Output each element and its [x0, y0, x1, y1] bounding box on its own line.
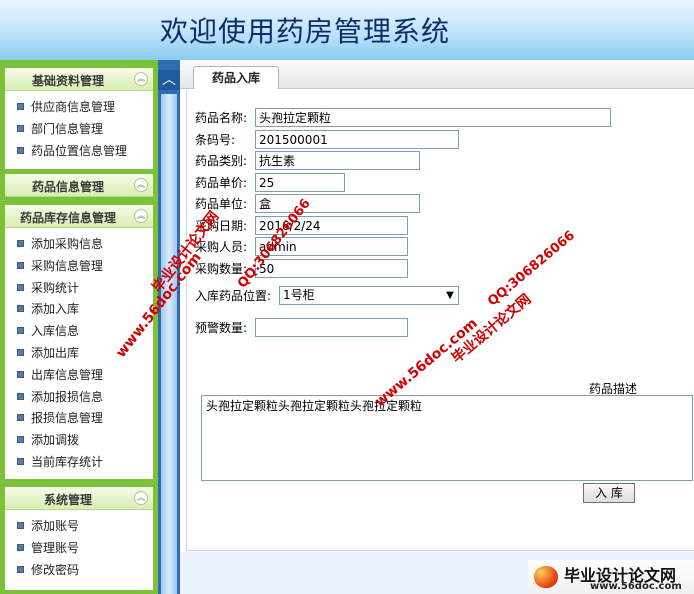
category-label: 药品类别: — [195, 154, 248, 168]
collapse-icon[interactable]: ︽ — [134, 491, 148, 505]
sidebar-item-department[interactable]: 部门信息管理 — [5, 119, 153, 141]
sidebar-item-stock-stats[interactable]: 当前库存统计 — [5, 452, 153, 474]
chevron-down-icon[interactable]: ▼ — [442, 287, 458, 304]
collapse-icon[interactable]: ︽ — [134, 209, 148, 223]
category-input[interactable]: 抗生素 — [255, 151, 420, 170]
bullet-icon — [17, 522, 24, 529]
unit-input[interactable]: 盒 — [255, 194, 420, 213]
bullet-icon — [17, 457, 24, 465]
name-label: 药品名称: — [195, 111, 248, 125]
bullet-icon — [17, 124, 24, 132]
bullet-icon — [17, 565, 24, 573]
bullet-icon — [17, 392, 24, 400]
sidebar-item-supplier[interactable]: 供应商信息管理 — [5, 97, 153, 119]
bullet-icon — [17, 146, 24, 154]
bullet-icon — [17, 436, 24, 444]
alert-label: 预警数量: — [195, 321, 248, 335]
location-select[interactable]: 1号柜 ▼ — [279, 286, 459, 305]
logo-icon — [534, 566, 558, 588]
alert-input[interactable] — [255, 318, 408, 337]
sidebar-item-location[interactable]: 药品位置信息管理 — [5, 141, 153, 163]
sidebar-toggle-strip: ︿ — [158, 60, 180, 594]
description-textarea[interactable]: 头孢拉定颗粒头孢拉定颗粒头孢拉定颗粒 — [201, 395, 693, 481]
main-area: 药品入库 药品名称: 头孢拉定颗粒 条码号: 201500001 药品类别: 抗… — [180, 60, 694, 594]
sidebar-item-add-transfer[interactable]: 添加调拨 — [5, 430, 153, 452]
collapse-icon[interactable]: ︽ — [134, 178, 148, 192]
panel-drug-info: 药品信息管理 ︽ — [5, 174, 153, 197]
splitter-bar[interactable] — [161, 94, 177, 594]
chevron-up-icon[interactable]: ︿ — [158, 70, 180, 90]
collapse-icon[interactable]: ︽ — [134, 72, 148, 86]
sidebar-item-add-account[interactable]: 添加账号 — [5, 516, 153, 538]
sidebar-item-purchase-stats[interactable]: 采购统计 — [5, 278, 153, 300]
tab-bar: 药品入库 — [180, 60, 694, 89]
panel-header-basic-data[interactable]: 基础资料管理 ︽ — [5, 68, 153, 91]
panel-header-inventory[interactable]: 药品库存信息管理 ︽ — [5, 205, 153, 228]
panel-header-drug-info[interactable]: 药品信息管理 ︽ — [5, 174, 153, 197]
app-header: 欢迎使用药房管理系统 — [0, 0, 694, 60]
bullet-icon — [17, 305, 24, 313]
panel-basic-data: 基础资料管理 ︽ 供应商信息管理 部门信息管理 药品位置信息管理 — [5, 68, 153, 169]
app-title: 欢迎使用药房管理系统 — [160, 15, 451, 48]
qty-input[interactable]: 50 — [255, 259, 408, 278]
price-input[interactable]: 25 — [255, 173, 345, 192]
panel-title: 药品信息管理 — [31, 180, 104, 194]
bullet-icon — [17, 414, 24, 422]
tab-stock-in[interactable]: 药品入库 — [193, 66, 279, 89]
bullet-icon — [17, 370, 24, 378]
bullet-icon — [17, 543, 24, 551]
sidebar-item-add-stock-in[interactable]: 添加入库 — [5, 299, 153, 321]
panel-system: 系统管理 ︽ 添加账号 管理账号 修改密码 — [5, 487, 153, 590]
panel-title: 基础资料管理 — [31, 74, 104, 88]
sidebar-item-purchase-manage[interactable]: 采购信息管理 — [5, 256, 153, 278]
name-input[interactable]: 头孢拉定颗粒 — [255, 108, 611, 127]
bullet-icon — [17, 348, 24, 356]
bullet-icon — [17, 261, 24, 269]
stock-in-form: 药品名称: 头孢拉定颗粒 条码号: 201500001 药品类别: 抗生素 药品… — [186, 90, 694, 551]
sidebar-item-damage-manage[interactable]: 报损信息管理 — [5, 408, 153, 430]
panel-title: 系统管理 — [43, 493, 92, 507]
sidebar-item-add-purchase[interactable]: 添加采购信息 — [5, 234, 153, 256]
sidebar-item-stock-out-manage[interactable]: 出库信息管理 — [5, 365, 153, 387]
price-label: 药品单价: — [195, 176, 248, 190]
bullet-icon — [17, 283, 24, 291]
badge-url: www.56doc.com — [590, 581, 682, 592]
sidebar-item-manage-account[interactable]: 管理账号 — [5, 538, 153, 560]
barcode-input[interactable]: 201500001 — [255, 130, 459, 149]
barcode-label: 条码号: — [195, 133, 236, 147]
stock-in-button[interactable]: 入 库 — [583, 483, 635, 503]
panel-header-system[interactable]: 系统管理 ︽ — [5, 487, 153, 510]
sidebar-item-change-password[interactable]: 修改密码 — [5, 560, 153, 582]
watermark-logo-badge: 毕业设计论文网 www.56doc.com — [528, 560, 694, 594]
sidebar-item-add-damage[interactable]: 添加报损信息 — [5, 387, 153, 409]
location-label: 入库药品位置: — [195, 289, 272, 303]
bullet-icon — [17, 103, 24, 110]
bullet-icon — [17, 240, 24, 247]
panel-title: 药品库存信息管理 — [19, 211, 116, 225]
bullet-icon — [17, 327, 24, 335]
